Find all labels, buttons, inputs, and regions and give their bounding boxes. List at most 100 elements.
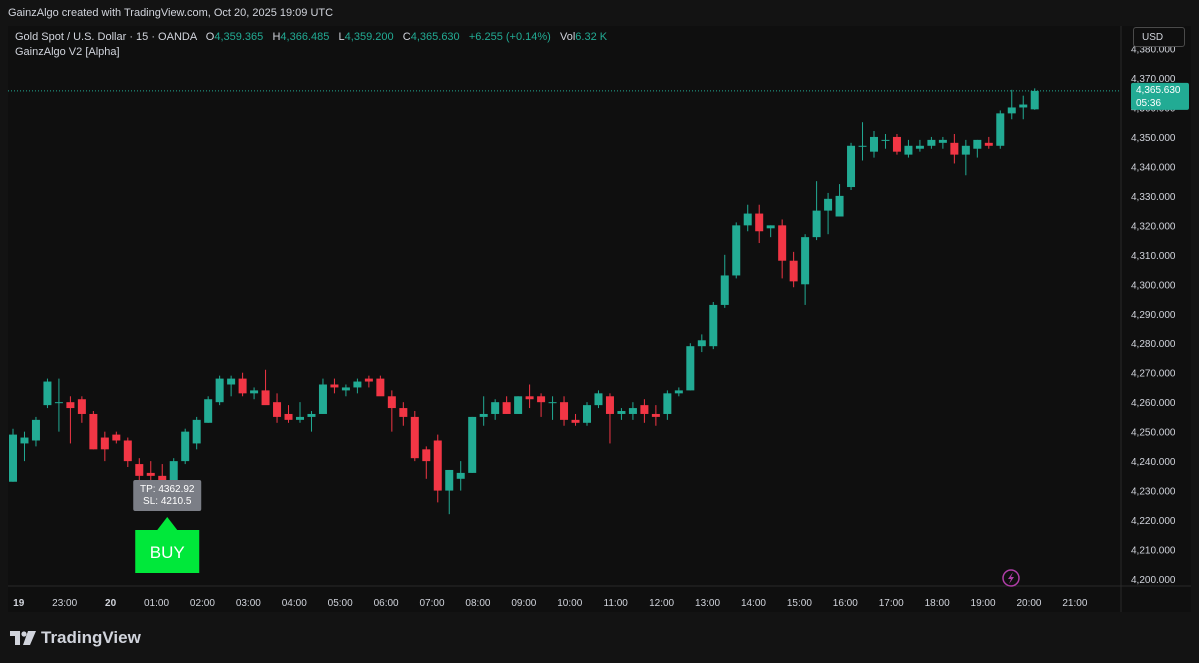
candle-body bbox=[938, 139, 947, 143]
candle-body bbox=[318, 384, 327, 414]
candle bbox=[491, 399, 500, 420]
candle-body bbox=[640, 405, 649, 414]
legend-high-value: 4,366.485 bbox=[280, 31, 330, 43]
candle-body bbox=[537, 396, 546, 403]
candle bbox=[548, 396, 557, 420]
candle bbox=[801, 234, 810, 305]
buy-signal: TP: 4362.92SL: 4210.5 BUY bbox=[133, 480, 202, 573]
currency-button[interactable]: USD bbox=[1133, 27, 1185, 47]
candle bbox=[9, 428, 17, 482]
countdown-label: 05:36 bbox=[1136, 98, 1161, 109]
candle-body bbox=[950, 142, 959, 155]
price-tick-label: 4,260.000 bbox=[1131, 398, 1176, 409]
indicator-legend[interactable]: GainzAlgo V2 [Alpha] bbox=[15, 45, 607, 60]
candle bbox=[560, 396, 569, 426]
time-tick-label: 11:00 bbox=[604, 598, 629, 609]
candle-body bbox=[915, 145, 924, 149]
time-tick-label: 06:00 bbox=[374, 598, 399, 609]
price-tick-label: 4,300.000 bbox=[1131, 280, 1176, 291]
candle-body bbox=[43, 381, 52, 406]
candle-body bbox=[927, 139, 936, 146]
price-tick-label: 4,340.000 bbox=[1131, 162, 1176, 173]
candle-body bbox=[20, 437, 29, 444]
candle bbox=[410, 411, 419, 462]
candle bbox=[594, 390, 603, 409]
candle bbox=[502, 396, 511, 414]
candle-body bbox=[548, 402, 557, 404]
candle bbox=[1019, 95, 1028, 120]
legend-close-value: 4,365.630 bbox=[410, 31, 460, 43]
price-tick-label: 4,270.000 bbox=[1131, 369, 1176, 380]
candle-body bbox=[870, 136, 878, 152]
candle-body bbox=[422, 449, 431, 462]
candle bbox=[628, 402, 637, 420]
candle-body bbox=[858, 145, 867, 147]
time-tick-label: 02:00 bbox=[190, 598, 215, 609]
candle bbox=[640, 399, 649, 423]
candle bbox=[284, 405, 293, 423]
legend-volume-value: 6.32 K bbox=[575, 31, 608, 43]
candle-body bbox=[892, 136, 901, 152]
candle-body bbox=[399, 408, 408, 417]
candle-body bbox=[560, 402, 569, 420]
candle bbox=[537, 393, 546, 417]
candle-body bbox=[605, 396, 614, 414]
candle-body bbox=[778, 225, 787, 261]
time-tick-label: 07:00 bbox=[420, 598, 445, 609]
legend-close-label: C bbox=[402, 31, 411, 43]
time-tick-label: 03:00 bbox=[236, 598, 261, 609]
candle bbox=[250, 387, 259, 400]
candle-body bbox=[146, 472, 155, 476]
candle-body bbox=[514, 396, 523, 414]
symbol-legend: Gold Spot / U.S. Dollar · 15 · OANDA O4,… bbox=[15, 30, 607, 60]
legend-symbol[interactable]: Gold Spot / U.S. Dollar · 15 · OANDA bbox=[15, 31, 197, 43]
candle bbox=[456, 461, 465, 491]
candle-body bbox=[77, 399, 86, 414]
candle-body bbox=[227, 378, 236, 385]
attribution-bar: GainzAlgo created with TradingView.com, … bbox=[0, 0, 1199, 26]
candle bbox=[20, 431, 29, 462]
candle-body bbox=[364, 378, 373, 382]
legend-low-value: 4,359.200 bbox=[344, 31, 394, 43]
candle-body bbox=[491, 402, 500, 414]
price-tick-label: 4,310.000 bbox=[1131, 251, 1176, 262]
candle bbox=[984, 136, 993, 149]
candle bbox=[583, 402, 591, 426]
candle bbox=[720, 254, 729, 308]
price-chart[interactable]: 4,200.000 4,210.000 4,220.000 4,230.000 4,24… bbox=[8, 26, 1191, 612]
candle bbox=[100, 431, 109, 462]
candle-body bbox=[181, 431, 190, 462]
time-tick-label: 20:00 bbox=[1016, 598, 1041, 609]
candle bbox=[651, 405, 660, 426]
candle bbox=[353, 378, 362, 394]
candle bbox=[54, 378, 63, 432]
candle bbox=[376, 375, 385, 397]
candle bbox=[766, 225, 775, 238]
time-tick-label: 16:00 bbox=[833, 598, 858, 609]
candle-body bbox=[410, 416, 419, 459]
candle bbox=[192, 416, 201, 450]
candle-body bbox=[525, 396, 534, 400]
tradingview-logo[interactable]: TradingView bbox=[10, 628, 141, 648]
candle bbox=[847, 142, 856, 190]
candle bbox=[31, 416, 40, 447]
candle bbox=[824, 192, 833, 235]
candle bbox=[938, 136, 947, 149]
candle-body bbox=[973, 139, 982, 149]
candle bbox=[881, 133, 890, 149]
candle-body bbox=[789, 260, 798, 282]
price-tick-label: 4,320.000 bbox=[1131, 221, 1176, 232]
candle-body bbox=[284, 413, 293, 420]
price-tick-label: 4,220.000 bbox=[1131, 516, 1176, 527]
chart-panel[interactable]: 4,200.000 4,210.000 4,220.000 4,230.000 4,24… bbox=[8, 26, 1191, 612]
price-tick-label: 4,230.000 bbox=[1131, 487, 1176, 498]
candle-body bbox=[571, 419, 580, 423]
candle bbox=[996, 110, 1005, 149]
time-tick-label: 10:00 bbox=[557, 598, 582, 609]
candle-body bbox=[1007, 107, 1016, 114]
candle bbox=[870, 131, 878, 158]
candle-body bbox=[204, 399, 213, 423]
candle-body bbox=[743, 213, 752, 226]
candle-body bbox=[674, 390, 683, 394]
candle bbox=[617, 408, 626, 420]
